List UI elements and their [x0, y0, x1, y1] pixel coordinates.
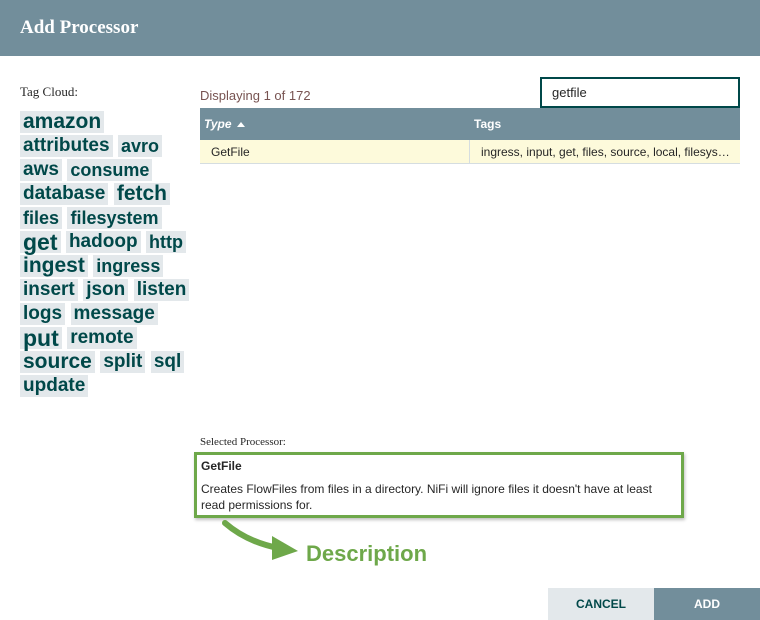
dialog-title: Add Processor — [20, 17, 139, 38]
column-header-tags[interactable]: Tags — [470, 108, 501, 140]
column-header-type-label: Type — [204, 117, 232, 131]
tag-insert[interactable]: insert — [20, 278, 78, 301]
tag-ingest[interactable]: ingest — [20, 254, 88, 277]
processor-table: Type Tags GetFile ingress, input, get, f… — [200, 108, 740, 164]
tag-aws[interactable]: aws — [20, 158, 62, 181]
tag-remote[interactable]: remote — [67, 326, 137, 349]
selected-processor-description-box: GetFile Creates FlowFiles from files in … — [194, 452, 684, 518]
column-header-type[interactable]: Type — [200, 108, 470, 140]
tag-attributes[interactable]: attributes — [20, 134, 113, 157]
tag-split[interactable]: split — [100, 350, 146, 373]
selected-processor-name: GetFile — [201, 459, 242, 473]
description-annotation: Description — [306, 541, 428, 566]
sort-ascending-icon — [236, 122, 245, 127]
tag-fetch[interactable]: fetch — [113, 182, 171, 205]
tag-files[interactable]: files — [20, 206, 63, 229]
tag-logs[interactable]: logs — [20, 302, 66, 325]
results-count: Displaying 1 of 172 — [200, 88, 311, 103]
tag-avro[interactable]: avro — [118, 134, 163, 157]
tag-cloud-label: Tag Cloud: — [20, 84, 78, 99]
tag-get[interactable]: get — [20, 230, 61, 253]
tag-database[interactable]: database — [20, 182, 109, 205]
cancel-button[interactable]: CANCEL — [548, 588, 654, 620]
row-type-cell: GetFile — [200, 140, 470, 163]
dialog-header: Add Processor — [0, 0, 760, 56]
processor-filter-input[interactable] — [540, 77, 740, 108]
tag-cloud: amazon attributes avro aws consume datab… — [20, 110, 198, 398]
tag-consume[interactable]: consume — [67, 158, 153, 181]
selected-processor-description: Creates FlowFiles from files in a direct… — [201, 482, 652, 512]
table-row[interactable]: GetFile ingress, input, get, files, sour… — [200, 140, 740, 164]
tag-hadoop[interactable]: hadoop — [65, 230, 141, 253]
row-tags-cell: ingress, input, get, files, source, loca… — [481, 145, 738, 159]
tag-ingress[interactable]: ingress — [93, 254, 164, 277]
tag-amazon[interactable]: amazon — [20, 110, 105, 133]
tag-update[interactable]: update — [20, 374, 89, 397]
tag-sql[interactable]: sql — [150, 350, 185, 373]
tag-http[interactable]: http — [146, 230, 186, 253]
tag-put[interactable]: put — [20, 326, 62, 349]
tag-json[interactable]: json — [83, 278, 129, 301]
tag-source[interactable]: source — [20, 350, 95, 373]
tag-listen[interactable]: listen — [133, 278, 190, 301]
annotation-arrow-icon — [222, 520, 298, 560]
table-header: Type Tags — [200, 108, 740, 140]
tag-filesystem[interactable]: filesystem — [67, 206, 162, 229]
add-button[interactable]: ADD — [654, 588, 760, 620]
selected-processor-label: Selected Processor: — [200, 436, 286, 448]
tag-message[interactable]: message — [70, 302, 158, 325]
